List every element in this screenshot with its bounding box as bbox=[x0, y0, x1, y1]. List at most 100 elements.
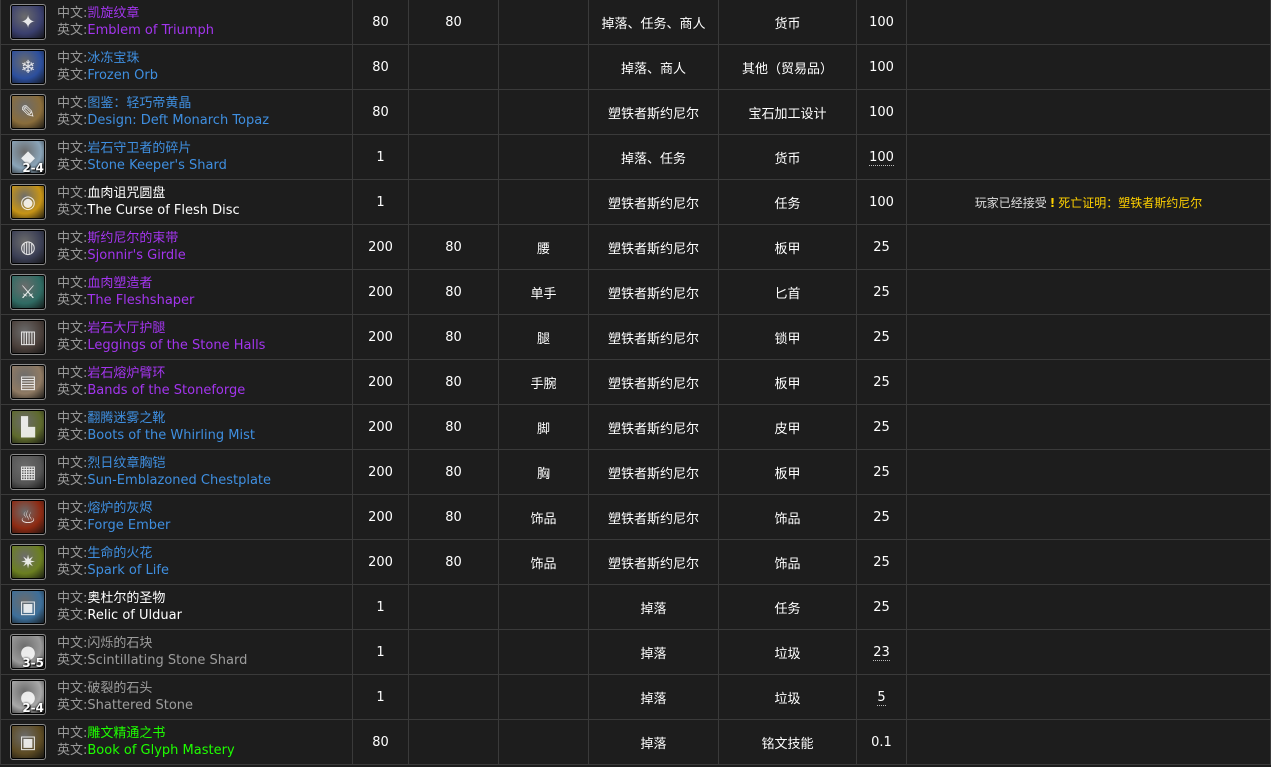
item-cell: ▣ 中文:雕文精通之书 英文:Book of Glyph Mastery bbox=[0, 719, 353, 765]
table-row[interactable]: ▣ 中文:雕文精通之书 英文:Book of Glyph Mastery 80 掉落 铭文… bbox=[0, 719, 1271, 765]
drop-chance-value[interactable]: 23 bbox=[873, 644, 890, 661]
item-cell: ◉ 中文:血肉诅咒圆盘 英文:The Curse of Flesh Disc bbox=[0, 179, 353, 225]
item-name-en-link[interactable]: Sun-Emblazoned Chestplate bbox=[87, 473, 271, 488]
girdle-icon[interactable]: ◍ bbox=[10, 229, 46, 265]
source: 塑铁者斯约尼尔 bbox=[588, 314, 719, 360]
table-row[interactable]: ✎ 中文:图鉴：轻巧帝黄晶 英文:Design: Deft Monarch Topa… bbox=[0, 89, 1271, 135]
item-name-zh-link[interactable]: 闪烁的石块 bbox=[87, 636, 152, 651]
boots-icon[interactable]: ▙ bbox=[10, 409, 46, 445]
item-name-zh-link[interactable]: 生命的火花 bbox=[87, 546, 152, 561]
item-type: 垃圾 bbox=[718, 674, 857, 720]
table-row[interactable]: ● 3-5 中文:闪烁的石块 英文:Scintillating Stone Shard… bbox=[0, 629, 1271, 675]
item-type: 板甲 bbox=[718, 359, 857, 405]
table-row[interactable]: ◍ 中文:斯约尼尔的束带 英文:Sjonnir's Girdle 200 80 腰塑铁者斯… bbox=[0, 224, 1271, 270]
label-zh: 中文: bbox=[57, 321, 88, 336]
note-cell bbox=[906, 269, 1271, 315]
item-name-en-link[interactable]: The Curse of Flesh Disc bbox=[87, 203, 239, 218]
note-cell bbox=[906, 0, 1271, 45]
item-name-zh-link[interactable]: 破裂的石头 bbox=[87, 681, 152, 696]
item-name-zh-link[interactable]: 岩石熔炉臂环 bbox=[87, 366, 165, 381]
table-row[interactable]: ✷ 中文:生命的火花 英文:Spark of Life 200 80 饰品 塑铁者斯约尼尔饰… bbox=[0, 539, 1271, 585]
glyph-book-icon[interactable]: ▣ bbox=[10, 724, 46, 760]
item-name-zh-link[interactable]: 翻腾迷雾之靴 bbox=[87, 411, 165, 426]
source: 掉落 bbox=[588, 584, 719, 630]
slot: 饰品 bbox=[498, 494, 589, 540]
table-row[interactable]: ● 2-4 中文:破裂的石头 英文:Shattered Stone 1 掉落 垃圾 5 bbox=[0, 674, 1271, 720]
quest-link[interactable]: 死亡证明：塑铁者斯约尼尔 bbox=[1058, 196, 1202, 210]
table-row[interactable]: ◉ 中文:血肉诅咒圆盘 英文:The Curse of Flesh Disc 1 塑铁者… bbox=[0, 179, 1271, 225]
dagger-icon[interactable]: ⚔ bbox=[10, 274, 46, 310]
item-name-zh-link[interactable]: 岩石大厅护腿 bbox=[87, 321, 165, 336]
relic-book-icon[interactable]: ▣ bbox=[10, 589, 46, 625]
item-cell: ▣ 中文:奥杜尔的圣物 英文:Relic of Ulduar bbox=[0, 584, 353, 630]
icon-glyph: ▥ bbox=[19, 326, 37, 348]
slot: 腰 bbox=[498, 224, 589, 270]
item-name-en-link[interactable]: Shattered Stone bbox=[87, 698, 193, 713]
item-name-zh-link[interactable]: 岩石守卫者的碎片 bbox=[87, 141, 191, 156]
table-row[interactable]: ▙ 中文:翻腾迷雾之靴 英文:Boots of the Whirling Mist 2… bbox=[0, 404, 1271, 450]
required-level bbox=[408, 134, 499, 180]
item-name-en-link[interactable]: Stone Keeper's Shard bbox=[87, 158, 226, 173]
item-name-zh-link[interactable]: 冰冻宝珠 bbox=[87, 51, 139, 66]
item-name-en-link[interactable]: Book of Glyph Mastery bbox=[87, 743, 234, 758]
label-zh: 中文: bbox=[57, 231, 88, 246]
drop-chance-value[interactable]: 100 bbox=[869, 149, 894, 166]
flesh-disc-icon[interactable]: ◉ bbox=[10, 184, 46, 220]
item-name-zh-link[interactable]: 凯旋纹章 bbox=[87, 6, 139, 21]
item-name-en-link[interactable]: Design: Deft Monarch Topaz bbox=[87, 113, 269, 128]
bracer-icon[interactable]: ▤ bbox=[10, 364, 46, 400]
item-name-en-link[interactable]: Bands of the Stoneforge bbox=[87, 383, 245, 398]
item-name-en-link[interactable]: Spark of Life bbox=[87, 563, 169, 578]
table-row[interactable]: ◆ 2-4 中文:岩石守卫者的碎片 英文:Stone Keeper's Shard 1 掉… bbox=[0, 134, 1271, 180]
table-row[interactable]: ▣ 中文:奥杜尔的圣物 英文:Relic of Ulduar 1 掉落 任务 25 bbox=[0, 584, 1271, 630]
table-row[interactable]: ▥ 中文:岩石大厅护腿 英文:Leggings of the Stone Halls… bbox=[0, 314, 1271, 360]
ember-icon[interactable]: ♨ bbox=[10, 499, 46, 535]
icon-glyph: ▦ bbox=[19, 461, 37, 483]
item-type: 任务 bbox=[718, 584, 857, 630]
spark-icon[interactable]: ✷ bbox=[10, 544, 46, 580]
emblem-of-triumph-icon[interactable]: ✦ bbox=[10, 4, 46, 40]
table-row[interactable]: ❄ 中文:冰冻宝珠 英文:Frozen Orb 80 掉落、商人 其他（贸易品） 100 bbox=[0, 44, 1271, 90]
stone-icon[interactable]: ● 2-4 bbox=[10, 679, 46, 715]
item-name-en-link[interactable]: Relic of Ulduar bbox=[87, 608, 182, 623]
design-scroll-icon[interactable]: ✎ bbox=[10, 94, 46, 130]
drop-chance-value[interactable]: 5 bbox=[877, 689, 886, 706]
stone-shard-icon[interactable]: ◆ 2-4 bbox=[10, 139, 46, 175]
table-row[interactable]: ✦ 中文:凯旋纹章 英文:Emblem of Triumph 80 80 掉落、任务、商人… bbox=[0, 0, 1271, 45]
required-level bbox=[408, 89, 499, 135]
item-name-en-link[interactable]: Forge Ember bbox=[87, 518, 170, 533]
drop-chance-value: 25 bbox=[873, 554, 890, 570]
frozen-orb-icon[interactable]: ❄ bbox=[10, 49, 46, 85]
label-zh: 中文: bbox=[57, 51, 88, 66]
drop-chance-value: 25 bbox=[873, 239, 890, 255]
stone-icon[interactable]: ● 3-5 bbox=[10, 634, 46, 670]
item-name-en-link[interactable]: The Fleshshaper bbox=[87, 293, 194, 308]
table-row[interactable]: ▦ 中文:烈日纹章胸铠 英文:Sun-Emblazoned Chestplate 20… bbox=[0, 449, 1271, 495]
item-name-en-link[interactable]: Boots of the Whirling Mist bbox=[87, 428, 255, 443]
table-row[interactable]: ⚔ 中文:血肉塑造者 英文:The Fleshshaper 200 80 单手 塑铁者斯约尼… bbox=[0, 269, 1271, 315]
item-name-zh-link[interactable]: 血肉诅咒圆盘 bbox=[87, 186, 165, 201]
item-name-en-link[interactable]: Sjonnir's Girdle bbox=[87, 248, 185, 263]
label-zh: 中文: bbox=[57, 726, 88, 741]
item-name-zh-link[interactable]: 熔炉的灰烬 bbox=[87, 501, 152, 516]
icon-glyph: ✷ bbox=[20, 551, 36, 573]
slot: 手腕 bbox=[498, 359, 589, 405]
item-name-zh-link[interactable]: 血肉塑造者 bbox=[87, 276, 152, 291]
table-row[interactable]: ▤ 中文:岩石熔炉臂环 英文:Bands of the Stoneforge 200 8… bbox=[0, 359, 1271, 405]
item-name-en-link[interactable]: Leggings of the Stone Halls bbox=[87, 338, 265, 353]
item-name-en-link[interactable]: Emblem of Triumph bbox=[87, 23, 214, 38]
label-en: 英文: bbox=[57, 428, 88, 443]
item-name-zh-link[interactable]: 烈日纹章胸铠 bbox=[87, 456, 165, 471]
item-name-zh-link[interactable]: 斯约尼尔的束带 bbox=[87, 231, 178, 246]
table-row[interactable]: ♨ 中文:熔炉的灰烬 英文:Forge Ember 200 80 饰品 塑铁者斯约尼尔 饰品 2… bbox=[0, 494, 1271, 540]
item-name-zh-link[interactable]: 图鉴：轻巧帝黄晶 bbox=[87, 96, 191, 111]
item-name-en-link[interactable]: Scintillating Stone Shard bbox=[87, 653, 247, 668]
loot-table-body: ✦ 中文:凯旋纹章 英文:Emblem of Triumph 80 80 掉落、任务、商人… bbox=[0, 0, 1271, 765]
chestplate-icon[interactable]: ▦ bbox=[10, 454, 46, 490]
item-name-zh-link[interactable]: 奥杜尔的圣物 bbox=[87, 591, 165, 606]
source: 掉落、任务 bbox=[588, 134, 719, 180]
item-level: 200 bbox=[352, 224, 409, 270]
item-name-en-link[interactable]: Frozen Orb bbox=[87, 68, 158, 83]
leggings-icon[interactable]: ▥ bbox=[10, 319, 46, 355]
item-name-zh-link[interactable]: 雕文精通之书 bbox=[87, 726, 165, 741]
